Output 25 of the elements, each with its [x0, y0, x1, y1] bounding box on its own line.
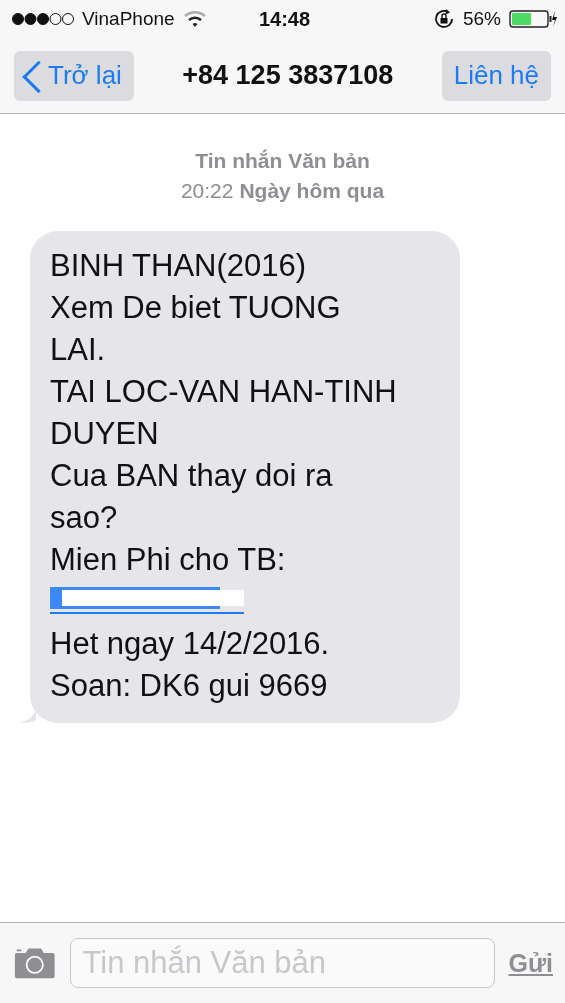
camera-icon[interactable]	[14, 946, 56, 980]
contact-button[interactable]: Liên hệ	[441, 50, 551, 101]
message-text: BINH THAN(2016)	[50, 247, 308, 285]
message-day: Ngày hôm qua	[239, 179, 385, 203]
contact-number: +84 125 3837108	[182, 60, 394, 91]
message-text: sao?	[50, 499, 119, 537]
message-text: Cua BAN thay doi ra	[50, 457, 334, 495]
clock: 14:48	[258, 7, 311, 31]
wifi-icon	[182, 10, 207, 28]
signal-icon	[12, 12, 74, 26]
battery-percent: 56%	[462, 8, 501, 30]
back-button[interactable]: Trở lại	[14, 50, 134, 101]
send-button[interactable]: Gửi	[508, 948, 553, 978]
message-time: 20:22	[180, 179, 234, 203]
battery-icon	[509, 10, 557, 28]
message-text: DUYEN	[50, 415, 160, 453]
message-text: Xem De biet TUONG	[50, 289, 342, 327]
message-text: Soan: DK6 gui 9669	[50, 667, 329, 705]
message-text: Mien Phi cho TB:	[50, 541, 287, 579]
message-type-label: Tin nhắn Văn bản	[194, 149, 371, 173]
carrier-name: VinaPhone	[82, 8, 175, 30]
rotation-lock-icon	[432, 8, 455, 30]
message-text: Het ngay 14/2/2016.	[50, 625, 331, 663]
message-text: TAI LOC-VAN HAN-TINH	[50, 373, 398, 411]
message-text: LAI.	[50, 331, 107, 369]
